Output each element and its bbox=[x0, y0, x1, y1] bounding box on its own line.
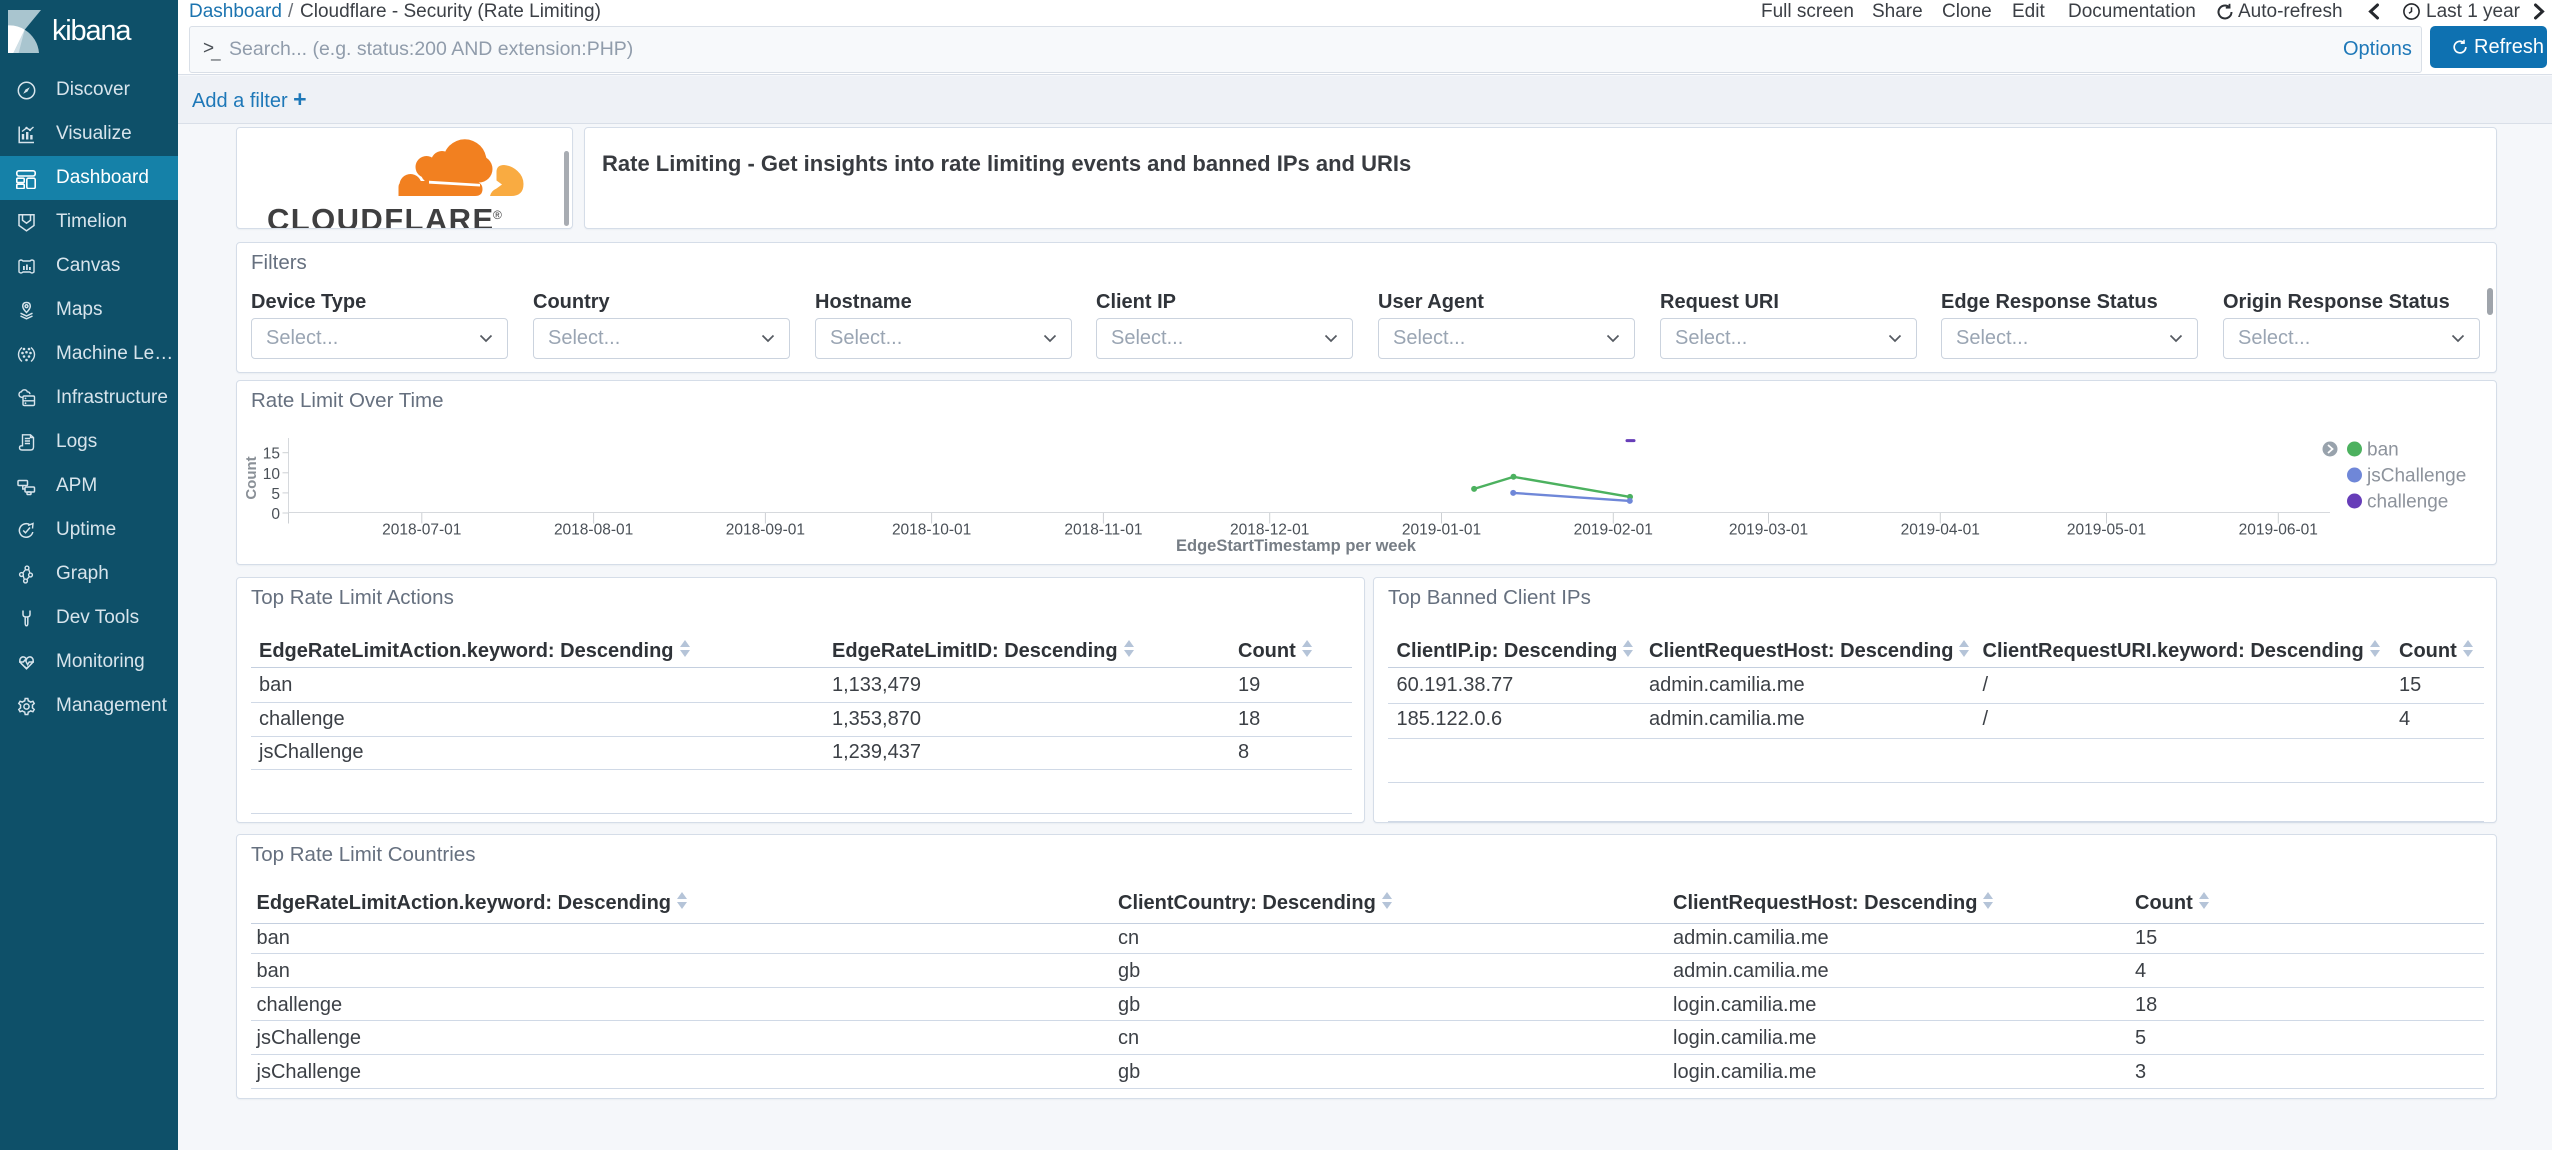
svg-text:2018-10-01: 2018-10-01 bbox=[892, 522, 971, 539]
svg-text:2018-09-01: 2018-09-01 bbox=[726, 522, 805, 539]
svg-text:15: 15 bbox=[263, 446, 280, 463]
svg-text:2019-02-01: 2019-02-01 bbox=[1574, 522, 1653, 539]
svg-text:2019-04-01: 2019-04-01 bbox=[1901, 522, 1980, 539]
svg-text:2019-03-01: 2019-03-01 bbox=[1729, 522, 1808, 539]
svg-text:2019-01-01: 2019-01-01 bbox=[1402, 522, 1481, 539]
svg-text:2018-07-01: 2018-07-01 bbox=[382, 522, 461, 539]
svg-text:EdgeStartTimestamp per week: EdgeStartTimestamp per week bbox=[1176, 537, 1417, 555]
svg-text:Count: Count bbox=[243, 456, 260, 499]
svg-text:5: 5 bbox=[271, 486, 280, 503]
svg-text:2018-11-01: 2018-11-01 bbox=[1064, 522, 1142, 539]
svg-text:2019-06-01: 2019-06-01 bbox=[2239, 522, 2318, 539]
svg-text:2018-08-01: 2018-08-01 bbox=[554, 522, 633, 539]
svg-text:0: 0 bbox=[271, 506, 280, 523]
svg-text:10: 10 bbox=[263, 466, 281, 483]
svg-text:ban: ban bbox=[2367, 440, 2399, 461]
svg-text:2019-05-01: 2019-05-01 bbox=[2067, 522, 2146, 539]
svg-text:challenge: challenge bbox=[2367, 492, 2448, 513]
svg-text:2018-12-01: 2018-12-01 bbox=[1230, 522, 1309, 539]
svg-text:jsChallenge: jsChallenge bbox=[2366, 466, 2466, 487]
